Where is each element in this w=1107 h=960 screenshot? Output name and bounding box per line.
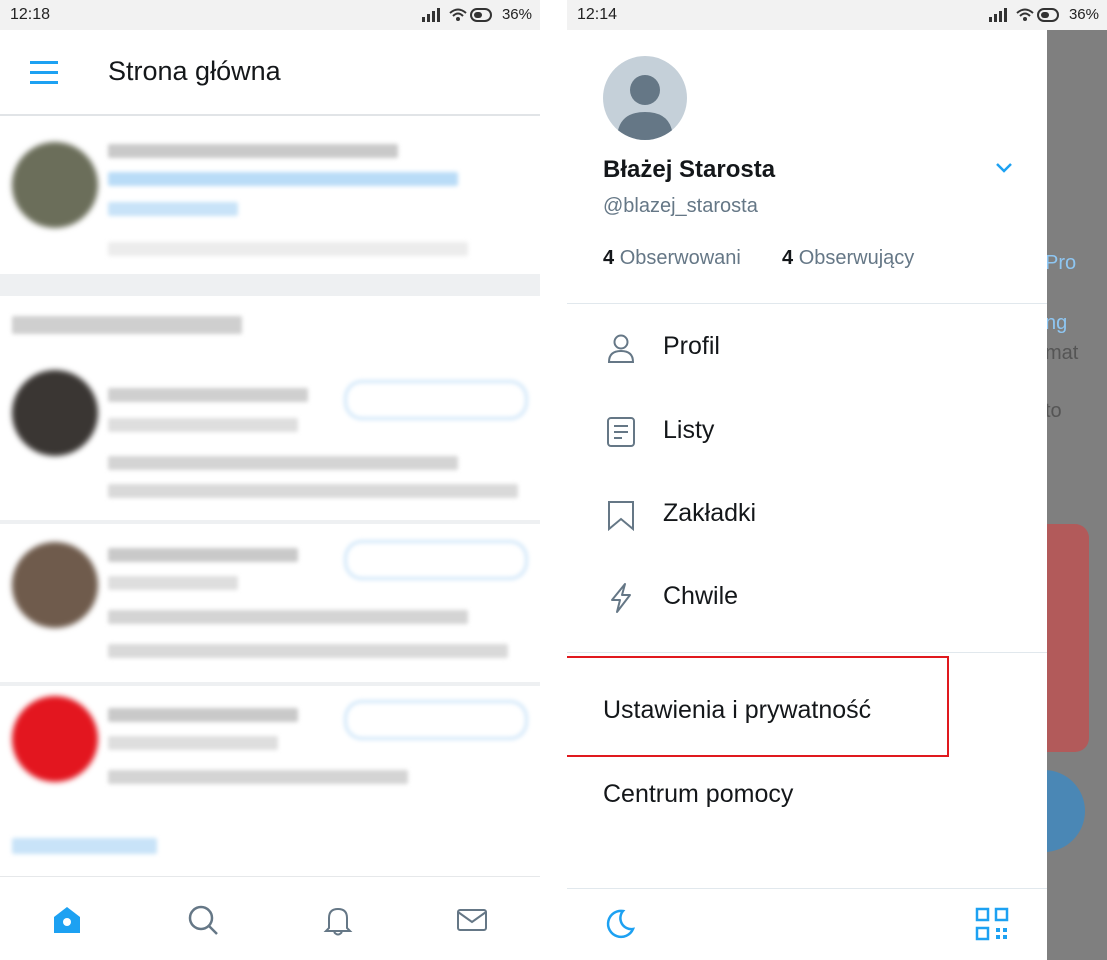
section-header bbox=[12, 316, 242, 334]
user-name: Błażej Starosta bbox=[603, 156, 776, 183]
tweet-text-line bbox=[108, 456, 458, 470]
status-bar: 12:18 36% bbox=[0, 0, 540, 30]
tweet-text-line bbox=[108, 484, 518, 498]
battery-percent: 36% bbox=[501, 6, 532, 23]
avatar bbox=[12, 370, 98, 456]
followers-number: 4 bbox=[782, 247, 794, 269]
tweet-text-line bbox=[108, 418, 298, 432]
night-mode-icon[interactable] bbox=[603, 907, 637, 941]
divider bbox=[0, 682, 540, 686]
menu-item-lists[interactable]: Listy bbox=[567, 400, 1047, 464]
avatar bbox=[12, 142, 98, 228]
menu-label: Profil bbox=[663, 332, 720, 360]
tweet-text-line bbox=[108, 388, 308, 402]
tweet-text-line bbox=[108, 144, 398, 158]
divider bbox=[0, 274, 540, 296]
hamburger-menu-icon[interactable] bbox=[30, 60, 60, 86]
following-label: Obserwowani bbox=[619, 247, 741, 269]
list-icon bbox=[605, 416, 637, 448]
home-screen: 12:18 36% Strona główna bbox=[0, 0, 540, 960]
tweet-text-line bbox=[108, 172, 458, 186]
background-text: mat bbox=[1045, 342, 1079, 364]
home-icon[interactable] bbox=[50, 903, 84, 937]
avatar bbox=[12, 542, 98, 628]
bottom-navigation bbox=[0, 876, 540, 960]
status-bar: 12:14 36% bbox=[567, 0, 1107, 30]
chevron-down-icon[interactable] bbox=[993, 160, 1015, 176]
menu-item-moments[interactable]: Chwile bbox=[567, 566, 1047, 630]
tweet-actions bbox=[108, 242, 468, 256]
signal-wifi-battery-icons bbox=[989, 7, 1059, 28]
avatar[interactable] bbox=[603, 56, 687, 140]
drawer-footer bbox=[567, 888, 1047, 960]
search-icon[interactable] bbox=[186, 903, 220, 937]
status-time: 12:18 bbox=[10, 6, 51, 23]
tweet-text-line bbox=[108, 736, 278, 750]
menu-label: Zakładki bbox=[663, 499, 757, 527]
battery-percent: 36% bbox=[1068, 6, 1099, 23]
qr-code-icon[interactable] bbox=[975, 907, 1009, 941]
page-title: Strona główna bbox=[108, 56, 281, 86]
follow-button[interactable] bbox=[344, 380, 528, 420]
menu-label: Chwile bbox=[663, 582, 739, 610]
avatar bbox=[12, 696, 98, 782]
background-card bbox=[1047, 524, 1089, 752]
person-icon bbox=[605, 332, 637, 364]
tweet-text-line bbox=[108, 770, 408, 784]
menu-item-profile[interactable]: Profil bbox=[567, 316, 1047, 380]
following-number: 4 bbox=[603, 247, 615, 269]
user-handle: @blazej_starosta bbox=[603, 195, 758, 217]
help-center-item[interactable]: Centrum pomocy bbox=[603, 780, 793, 809]
followers-count[interactable]: 4 Obserwujący bbox=[782, 247, 914, 270]
background-text: Pro bbox=[1045, 252, 1077, 274]
divider bbox=[567, 303, 1047, 304]
tweet-text-line bbox=[108, 610, 468, 624]
signal-wifi-battery-icons bbox=[422, 7, 492, 28]
divider bbox=[567, 652, 1047, 653]
background-text: to bbox=[1045, 400, 1062, 422]
menu-label: Listy bbox=[663, 416, 715, 444]
tweet-text-line bbox=[108, 576, 238, 590]
tweet-text-line bbox=[108, 548, 298, 562]
drawer-screen: 12:14 36% Pro ng mat to Błażej Starosta … bbox=[567, 0, 1107, 960]
tweet-text-line bbox=[108, 644, 508, 658]
menu-item-bookmarks[interactable]: Zakładki bbox=[567, 483, 1047, 547]
tweet-text-line bbox=[108, 202, 238, 216]
divider bbox=[0, 520, 540, 524]
dimmed-background[interactable]: Pro ng mat to bbox=[1037, 30, 1107, 960]
notifications-icon[interactable] bbox=[321, 903, 355, 937]
navigation-drawer: Błażej Starosta @blazej_starosta 4 Obser… bbox=[567, 30, 1047, 960]
follow-button[interactable] bbox=[344, 700, 528, 740]
follow-button[interactable] bbox=[344, 540, 528, 580]
following-count[interactable]: 4 Obserwowani bbox=[603, 247, 741, 270]
messages-icon[interactable] bbox=[455, 903, 489, 937]
followers-label: Obserwujący bbox=[798, 247, 915, 269]
bookmark-icon bbox=[605, 499, 637, 532]
status-time: 12:14 bbox=[577, 6, 618, 23]
show-more-link[interactable] bbox=[12, 838, 157, 854]
background-text: ng bbox=[1045, 312, 1068, 334]
highlight-box bbox=[567, 656, 949, 757]
timeline-feed bbox=[0, 116, 540, 960]
top-app-bar: Strona główna bbox=[0, 30, 540, 116]
tweet-text-line bbox=[108, 708, 298, 722]
lightning-icon bbox=[605, 582, 637, 614]
